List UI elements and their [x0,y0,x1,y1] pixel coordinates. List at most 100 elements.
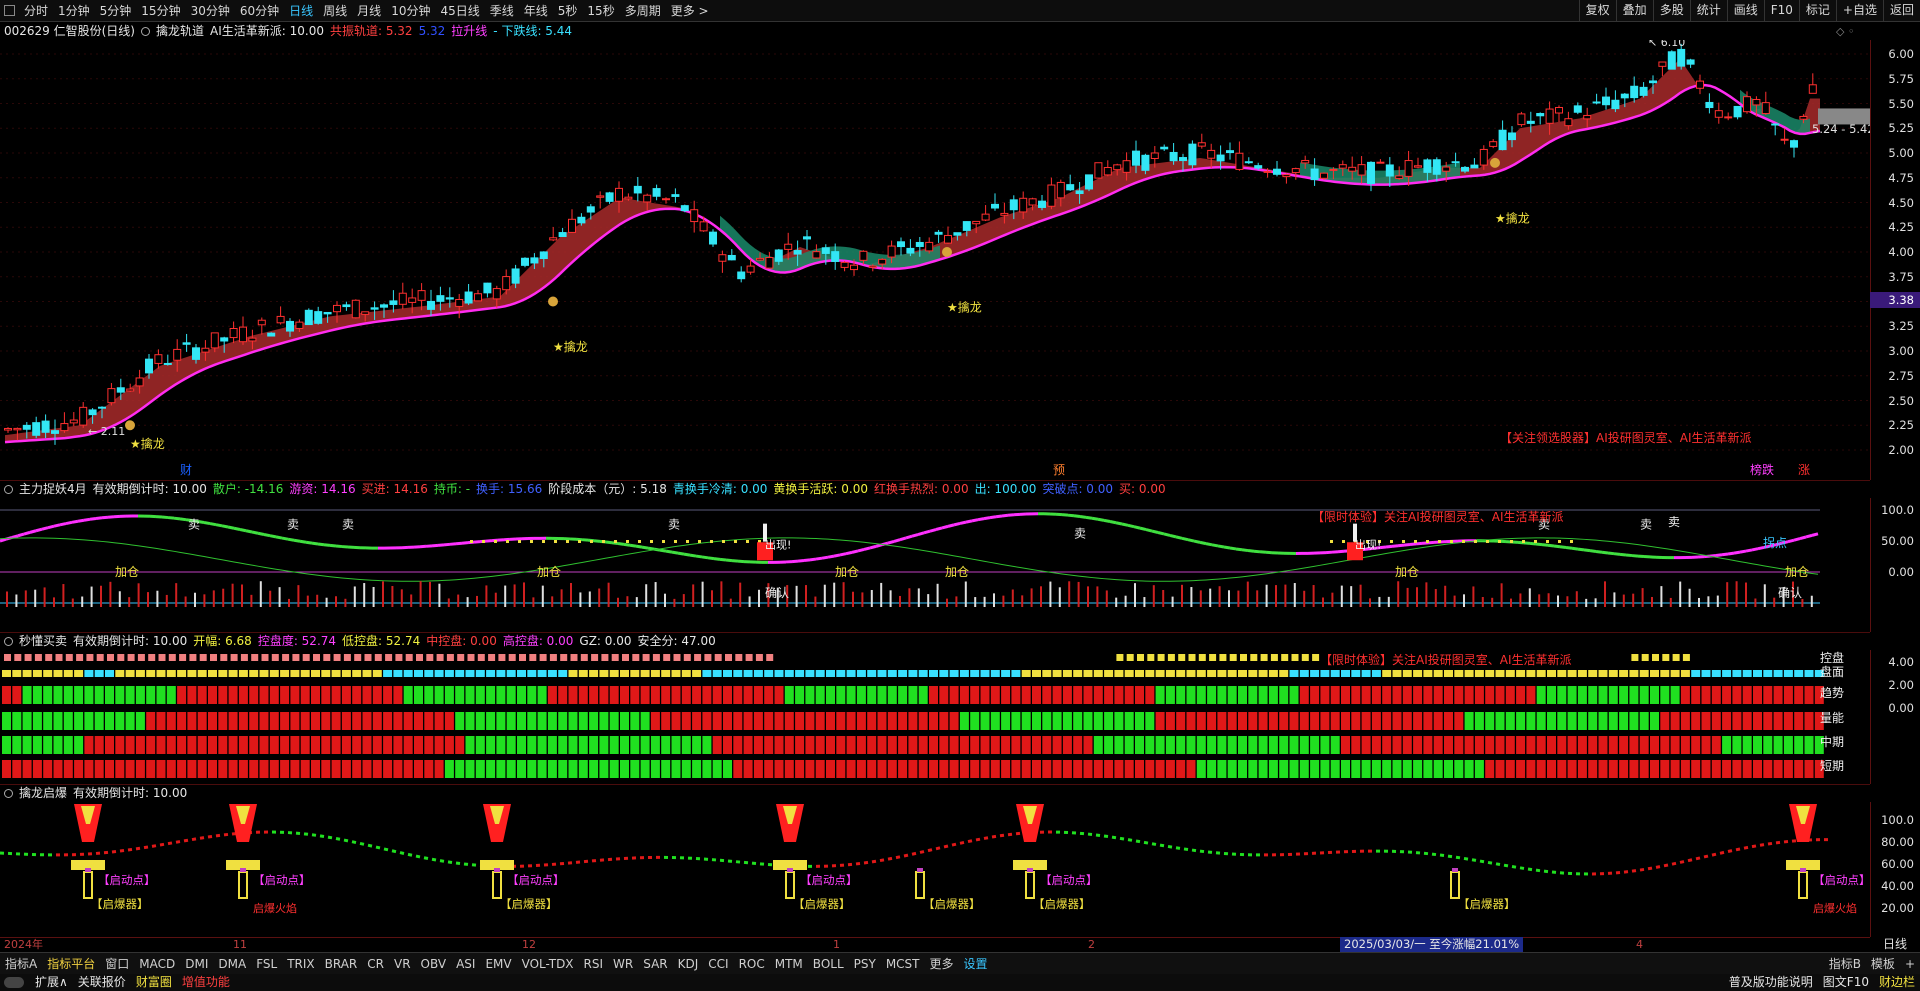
indicator-tab[interactable]: BOLL [808,953,849,975]
indicator-tab[interactable]: CCI [703,953,733,975]
indicator-tab[interactable]: ASI [451,953,480,975]
period-tab[interactable]: 季线 [485,0,519,22]
sell-label: 卖 [287,518,299,532]
surface-cell [1371,670,1381,677]
chart-corner-icons[interactable]: ◇ ◦ [1836,25,1854,38]
period-tab[interactable]: 45日线 [435,0,484,22]
status-link[interactable]: 扩展∧ [30,974,73,991]
period-tab[interactable]: 60分钟 [235,0,284,22]
surface-cell [1619,670,1629,677]
volume-bar [946,598,948,607]
toggle-icon[interactable] [4,977,24,988]
indicator-tab[interactable]: 指标A [0,953,42,975]
indicator-tab[interactable]: 模板 [1866,953,1900,975]
status-link[interactable]: 图文F10 [1818,974,1874,991]
panel-qlqb-title[interactable]: 擒龙启爆 [19,784,67,802]
row-label: 盘面 [1820,664,1844,679]
indicator-tab[interactable]: CR [362,953,389,975]
surface-cell [599,670,609,677]
indicator-tab[interactable]: 指标平台 [42,953,100,975]
indicator-tab[interactable]: 窗口 [100,953,134,975]
period-tab[interactable]: 月线 [352,0,386,22]
status-link[interactable]: 关联报价 [73,974,131,991]
trend-cell [1382,712,1392,730]
period-tab[interactable]: 日线 [284,0,318,22]
toolbar-button[interactable]: 标记 [1798,0,1836,22]
period-tab[interactable]: 分时 [19,0,53,22]
trend-cell [1680,760,1690,778]
status-link[interactable]: 增值功能 [177,974,235,991]
indicator-settings-icon[interactable] [141,26,150,36]
indicator-tab[interactable]: RSI [579,953,609,975]
panel-mdmm-chart[interactable]: 控盘盘面趋势量能中期短期【限时体验】关注AI投研图灵室、AI生活革新派 [0,650,1870,784]
panel-settings-icon[interactable] [4,788,13,798]
indicator-tab[interactable]: FSL [251,953,282,975]
period-tab[interactable]: 15秒 [582,0,619,22]
volume-bar [1801,598,1804,607]
panel-zlzy-title[interactable]: 主力捉妖4月 [19,480,87,498]
oscillator-line [1613,552,1621,556]
panel-settings-icon[interactable] [4,636,13,646]
toolbar-button[interactable]: F10 [1763,0,1799,22]
trend-cell [1783,760,1793,778]
indicator-tab[interactable]: MCST [881,953,925,975]
indicator-tab[interactable]: + [1900,953,1920,975]
period-tab[interactable]: 1分钟 [53,0,95,22]
period-label[interactable]: 日线 [1870,937,1920,952]
oscillator-line [311,541,319,546]
trend-cell [1258,736,1268,754]
period-tab[interactable]: 更多 > [666,0,714,22]
panel-mdmm-title[interactable]: 秒懂买卖 [19,632,67,650]
toolbar-button[interactable]: 叠加 [1615,0,1653,22]
window-icon[interactable] [4,5,15,16]
candle [737,266,746,283]
indicator-tab[interactable]: EMV [480,953,516,975]
price-chart[interactable]: 5.24 - 5.42↖ 6.10← 2.11★擒龙★擒龙★擒龙★擒龙【关注领选… [0,40,1870,480]
panel-zlzy-chart[interactable]: 加仓 加仓 加仓 加仓 加仓 加仓卖卖卖卖卖卖卖卖确认 确认拐点出现! 出现!【限时体验】关注… [0,498,1870,632]
panel-qlqb-chart[interactable]: 【启动点】 【启动点】 【启动点】 【启动点】 【启动点】 【启动点】【启爆器】 【启爆器】… [0,802,1870,937]
period-tab[interactable]: 5秒 [553,0,583,22]
indicator-tab[interactable]: VOL-TDX [517,953,579,975]
indicator-tab[interactable]: BRAR [320,953,363,975]
indicator-tab[interactable]: PSY [849,953,881,975]
panel-settings-icon[interactable] [4,484,13,494]
indicator-tab[interactable]: OBV [416,953,452,975]
status-link[interactable]: 财富圈 [131,974,177,991]
period-tab[interactable]: 30分钟 [186,0,235,22]
indicator-tab[interactable]: DMA [213,953,251,975]
indicator-tab[interactable]: KDJ [673,953,704,975]
indicator-tab[interactable]: VR [389,953,416,975]
toolbar-button[interactable]: 统计 [1689,0,1727,22]
period-tab[interactable]: 5分钟 [95,0,137,22]
status-link[interactable]: 普及版功能说明 [1724,974,1818,991]
indicator-tab[interactable]: 更多 [925,953,959,975]
surface-cell [290,670,300,677]
toolbar-button[interactable]: 复权 [1578,0,1616,22]
period-tab[interactable]: 多周期 [620,0,666,22]
period-tab[interactable]: 年线 [519,0,553,22]
trend-cell [1341,760,1350,778]
stock-title[interactable]: 002629 仁智股份(日线) [4,22,135,40]
toolbar-button[interactable]: 多股 [1652,0,1690,22]
indicator-tab[interactable]: 设置 [959,953,993,975]
indicator-tab[interactable]: 指标B [1824,953,1866,975]
toolbar-button[interactable]: 画线 [1726,0,1764,22]
period-tab[interactable]: 10分钟 [386,0,435,22]
toolbar-button[interactable]: 返回 [1882,0,1920,22]
indicator-tab[interactable]: ROC [734,953,770,975]
indicator-tab[interactable]: TRIX [282,953,319,975]
toolbar-button[interactable]: +自选 [1835,0,1883,22]
indicator-name[interactable]: 擒龙轨道 [156,22,204,40]
period-tab[interactable]: 15分钟 [136,0,185,22]
indicator-tab[interactable]: SAR [638,953,672,975]
period-tab[interactable]: 周线 [318,0,352,22]
status-link[interactable]: 财边栏 [1874,974,1920,991]
indicator-tab[interactable]: WR [608,953,638,975]
indicator-tab[interactable]: MTM [770,953,808,975]
indicator-tab[interactable]: DMI [180,953,213,975]
oscillator-line [1607,551,1615,556]
trend-cell [135,736,145,754]
indicator-tab[interactable]: MACD [134,953,180,975]
oscillator-line [1799,535,1807,541]
candle [906,239,915,257]
